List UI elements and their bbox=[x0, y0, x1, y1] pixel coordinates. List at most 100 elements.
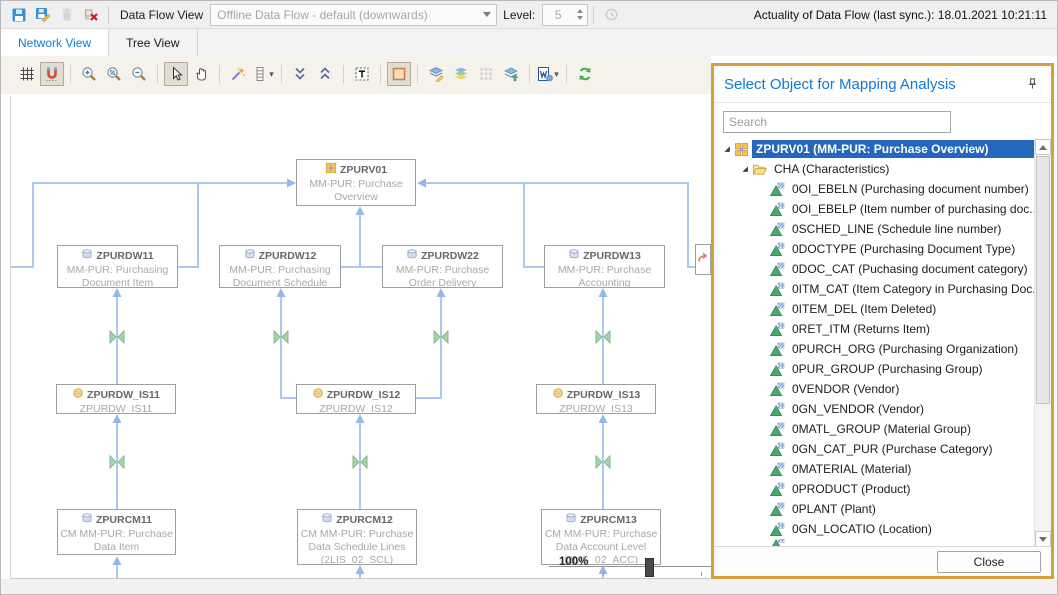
tree-item[interactable]: 0ITM_CAT (Item Category in Purchasing Do… bbox=[714, 279, 1034, 299]
characteristic-icon bbox=[770, 421, 788, 437]
spinner-down-icon[interactable] bbox=[577, 16, 583, 20]
tree-item[interactable]: 0OI_EBELN (Purchasing document number) bbox=[714, 179, 1034, 199]
expander-placeholder bbox=[756, 402, 770, 416]
tree-item[interactable]: 0OI_EBELP (Item number of purchasing doc… bbox=[714, 199, 1034, 219]
characteristic-icon bbox=[770, 261, 788, 277]
tree-item[interactable]: 0DOC_CAT (Puchasing document category) bbox=[714, 259, 1034, 279]
pan-hand-icon[interactable] bbox=[189, 62, 213, 86]
mapping-analysis-panel: Select Object for Mapping Analysis ZPURV… bbox=[711, 63, 1054, 579]
search-input[interactable] bbox=[723, 111, 951, 133]
chevron-down-icon[interactable] bbox=[478, 5, 496, 25]
zoom-in-icon[interactable] bbox=[77, 62, 101, 86]
tree-item-label: 0DOC_CAT (Puchasing document category) bbox=[788, 260, 1034, 278]
characteristic-icon bbox=[770, 461, 788, 477]
characteristic-icon bbox=[770, 201, 788, 217]
snap-magnet-icon[interactable] bbox=[40, 62, 64, 86]
expander-placeholder bbox=[756, 362, 770, 376]
zoom-level-label: 100% bbox=[559, 556, 588, 568]
scrollbar-thumb[interactable] bbox=[1036, 156, 1050, 404]
save-all-icon[interactable] bbox=[31, 3, 55, 27]
panel-footer: Close bbox=[714, 546, 1051, 576]
refresh-icon[interactable] bbox=[573, 62, 597, 86]
pin-icon[interactable] bbox=[1023, 75, 1041, 93]
pointer-tool-icon[interactable] bbox=[164, 62, 188, 86]
tree-scrollbar[interactable] bbox=[1034, 139, 1051, 547]
expander-icon[interactable] bbox=[720, 142, 734, 156]
tree-item[interactable]: 0MATERIAL (Material) bbox=[714, 459, 1034, 479]
tab-network-view[interactable]: Network View bbox=[1, 29, 109, 56]
tree-item[interactable]: 0SCHED_LINE (Schedule line number) bbox=[714, 219, 1034, 239]
zoom-fit-icon[interactable] bbox=[102, 62, 126, 86]
tree-item[interactable]: 0PURCH_ORG (Purchasing Organization) bbox=[714, 339, 1034, 359]
characteristic-icon bbox=[770, 281, 788, 297]
expander-placeholder bbox=[756, 322, 770, 336]
dso-icon bbox=[568, 248, 580, 264]
diagram-node-ZPURDW11[interactable]: ZPURDW11 MM-PUR: Purchasing Document Ite… bbox=[57, 245, 178, 288]
diagram-node-ZPURDW_IS13[interactable]: ZPURDW_IS13 ZPURDW_IS13 bbox=[536, 384, 656, 414]
diagram-node-ZPURCM11[interactable]: ZPURCM11 CM MM-PUR: Purchase Data Item (… bbox=[57, 509, 176, 555]
edit-layers-icon[interactable] bbox=[424, 62, 448, 86]
tree-item[interactable]: 0GN_VENDOR (Vendor) bbox=[714, 399, 1034, 419]
word-export-icon[interactable]: ▾ bbox=[536, 62, 560, 86]
node-subtitle: CM MM-PUR: Purchase Data Item (2LIS_02_I… bbox=[58, 528, 175, 555]
tree-item-label: ZPURV01 (MM-PUR: Purchase Overview) bbox=[752, 140, 1034, 158]
diagram-node-ZPURV01[interactable]: ZPURV01 MM-PUR: Purchase Overview bbox=[296, 159, 416, 206]
tree-item-label: 0OI_EBELP (Item number of purchasing doc… bbox=[788, 200, 1034, 218]
tab-tree-view[interactable]: Tree View bbox=[109, 29, 197, 56]
highlight-frame-icon[interactable] bbox=[387, 62, 411, 86]
expander-placeholder bbox=[756, 422, 770, 436]
expander-icon[interactable] bbox=[738, 162, 752, 176]
node-subtitle: MM-PUR: Purchase Overview bbox=[297, 178, 415, 204]
close-button[interactable]: Close bbox=[937, 551, 1041, 573]
node-title: ZPURCM11 bbox=[96, 514, 152, 527]
tree-item[interactable]: 0GN_CAT_PUR (Purchase Category) bbox=[714, 439, 1034, 459]
scroll-up-icon[interactable] bbox=[1035, 139, 1051, 155]
characteristic-icon bbox=[770, 361, 788, 377]
expander-placeholder bbox=[756, 382, 770, 396]
tree-item-label: 0RET_ITM (Returns Item) bbox=[788, 320, 1034, 338]
scroll-down-icon[interactable] bbox=[1035, 531, 1051, 547]
grid-icon[interactable] bbox=[15, 62, 39, 86]
collapse-all-icon[interactable] bbox=[288, 62, 312, 86]
tree-item[interactable]: CHA (Characteristics) bbox=[714, 159, 1034, 179]
diagram-node-ZPURDW12[interactable]: ZPURDW12 MM-PUR: Purchasing Document Sch… bbox=[219, 245, 341, 288]
expander-placeholder bbox=[756, 182, 770, 196]
tree-item[interactable]: 0MATL_GROUP (Material Group) bbox=[714, 419, 1034, 439]
remove-data-flow-icon[interactable] bbox=[79, 3, 103, 27]
separator bbox=[157, 65, 158, 83]
text-annotation-icon[interactable] bbox=[350, 62, 374, 86]
data-flow-view-dropdown[interactable]: Offline Data Flow - default (downwards) bbox=[210, 4, 497, 26]
spinner-up-icon[interactable] bbox=[577, 9, 583, 13]
node-title: ZPURDW11 bbox=[96, 250, 153, 263]
expander-placeholder bbox=[756, 442, 770, 456]
diagram-node-ZPURDW_IS12[interactable]: ZPURDW_IS12 ZPURDW_IS12 bbox=[296, 384, 416, 414]
diagram-node-ZPURDW13[interactable]: ZPURDW13 MM-PUR: Purchase Accounting bbox=[544, 245, 665, 288]
auto-layout-wand-icon[interactable] bbox=[226, 62, 250, 86]
zoom-out-icon[interactable] bbox=[127, 62, 151, 86]
tree-item[interactable]: ZPURV01 (MM-PUR: Purchase Overview) bbox=[714, 139, 1034, 159]
layout-options-icon[interactable]: ▾ bbox=[251, 62, 275, 86]
tree-item[interactable]: 0ITEM_DEL (Item Deleted) bbox=[714, 299, 1034, 319]
tree-item-label: 0VENDOR (Vendor) bbox=[788, 380, 1034, 398]
top-toolbar: Data Flow View Offline Data Flow - defau… bbox=[1, 1, 1057, 29]
dso-icon bbox=[406, 248, 418, 264]
diagram-node-ZPURDW22[interactable]: ZPURDW22 MM-PUR: Purchase Order Delivery… bbox=[382, 245, 503, 288]
tree-item[interactable]: 0GN_LOCATIO (Location) bbox=[714, 519, 1034, 539]
level-spinner[interactable]: 5 bbox=[542, 4, 588, 26]
expand-all-icon[interactable] bbox=[313, 62, 337, 86]
export-image-icon[interactable] bbox=[499, 62, 523, 86]
tree-item[interactable]: 0PRODUCT (Product) bbox=[714, 479, 1034, 499]
tree-item[interactable]: 0PUR_GROUP (Purchasing Group) bbox=[714, 359, 1034, 379]
color-layers-icon[interactable] bbox=[449, 62, 473, 86]
diagram-node-ZPURCM12[interactable]: ZPURCM12 CM MM-PUR: Purchase Data Schedu… bbox=[297, 509, 417, 565]
zoom-slider-handle[interactable] bbox=[645, 558, 654, 577]
tree-item[interactable]: 0PLANT (Plant) bbox=[714, 499, 1034, 519]
save-icon[interactable] bbox=[7, 3, 31, 27]
expander-placeholder bbox=[756, 482, 770, 496]
tree-item[interactable]: 0RET_ITM (Returns Item) bbox=[714, 319, 1034, 339]
diagram-node-clipped[interactable] bbox=[695, 244, 711, 275]
tree-item[interactable]: 0DOCTYPE (Purchasing Document Type) bbox=[714, 239, 1034, 259]
tree-item-label: 0GN_LOCATIO (Location) bbox=[788, 520, 1034, 538]
tree-item[interactable]: 0VENDOR (Vendor) bbox=[714, 379, 1034, 399]
diagram-node-ZPURDW_IS11[interactable]: ZPURDW_IS11 ZPURDW_IS11 bbox=[56, 384, 176, 414]
